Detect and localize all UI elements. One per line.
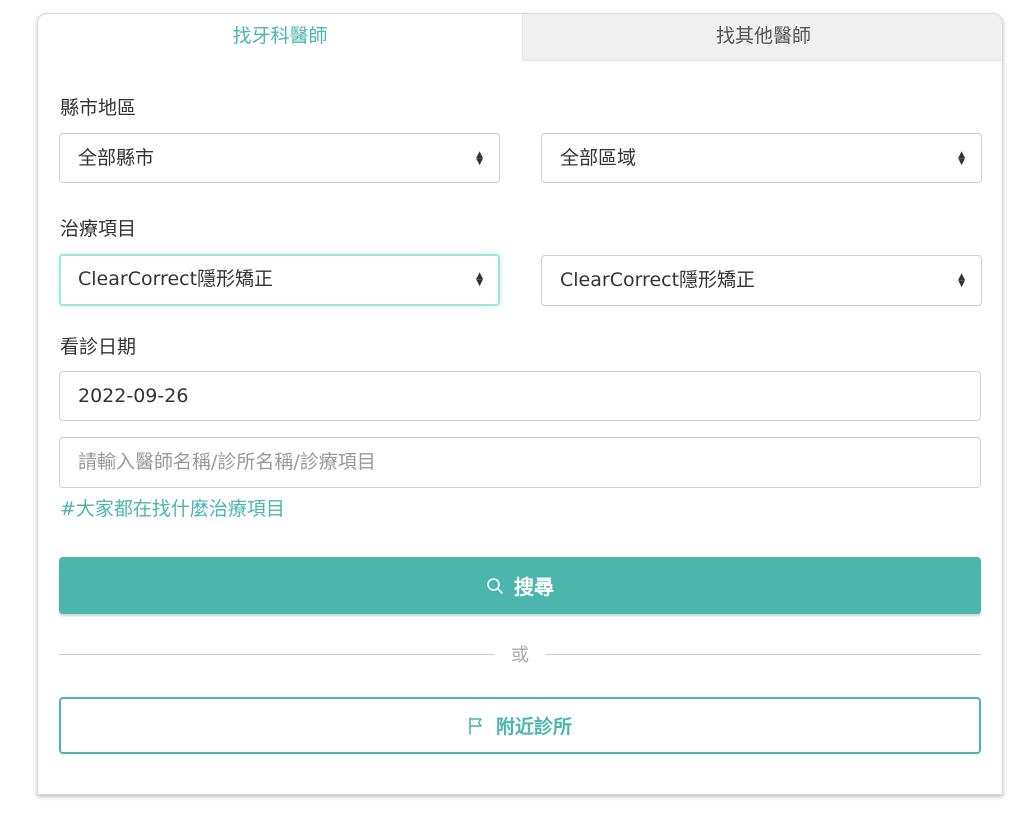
district-select-value: 全部區域 xyxy=(560,147,637,169)
divider-or-text: 或 xyxy=(511,645,529,666)
nearby-button-label: 附近診所 xyxy=(495,716,572,738)
keyword-placeholder: 請輸入醫師名稱/診所名稱/診療項目 xyxy=(78,451,376,473)
select-arrows-icon: ▲ ▼ xyxy=(958,271,965,289)
flag-icon xyxy=(469,716,482,735)
district-select[interactable]: 全部區域 ▲ ▼ xyxy=(541,133,982,183)
region-label: 縣市地區 xyxy=(60,97,137,119)
tab-find-dentist[interactable]: 找牙科醫師 xyxy=(38,14,522,61)
city-select[interactable]: 全部縣市 ▲ ▼ xyxy=(59,133,500,183)
treatment-select-primary[interactable]: ClearCorrect隱形矯正 ▲ ▼ xyxy=(59,254,500,306)
search-icon xyxy=(487,577,503,594)
select-arrows-icon: ▲ ▼ xyxy=(958,149,965,167)
search-panel: 找牙科醫師 找其他醫師 縣市地區 全部縣市 ▲ ▼ 全部區域 ▲ ▼ 治療項目 Cl… xyxy=(37,13,1003,795)
divider-right xyxy=(545,654,981,655)
divider-left xyxy=(59,654,495,655)
select-arrows-icon: ▲ ▼ xyxy=(476,149,483,167)
date-value: 2022-09-26 xyxy=(78,385,189,407)
treatment-select-secondary[interactable]: ClearCorrect隱形矯正 ▲ ▼ xyxy=(541,255,982,306)
city-select-value: 全部縣市 xyxy=(78,147,155,169)
date-input[interactable]: 2022-09-26 xyxy=(59,371,981,421)
treatment-label: 治療項目 xyxy=(60,218,137,240)
search-button-label: 搜尋 xyxy=(514,575,554,599)
keyword-search-input[interactable]: 請輸入醫師名稱/診所名稱/診療項目 xyxy=(59,437,981,488)
treatment-secondary-value: ClearCorrect隱形矯正 xyxy=(560,269,756,291)
search-button[interactable]: 搜尋 xyxy=(59,557,981,614)
date-label: 看診日期 xyxy=(60,336,137,358)
nearby-clinics-button[interactable]: 附近診所 xyxy=(59,697,981,754)
treatment-primary-value: ClearCorrect隱形矯正 xyxy=(78,268,274,290)
select-arrows-icon: ▲ ▼ xyxy=(476,270,483,288)
popular-treatments-link[interactable]: #大家都在找什麼治療項目 xyxy=(60,494,285,521)
tab-find-other-doctor[interactable]: 找其他醫師 xyxy=(522,14,1002,61)
